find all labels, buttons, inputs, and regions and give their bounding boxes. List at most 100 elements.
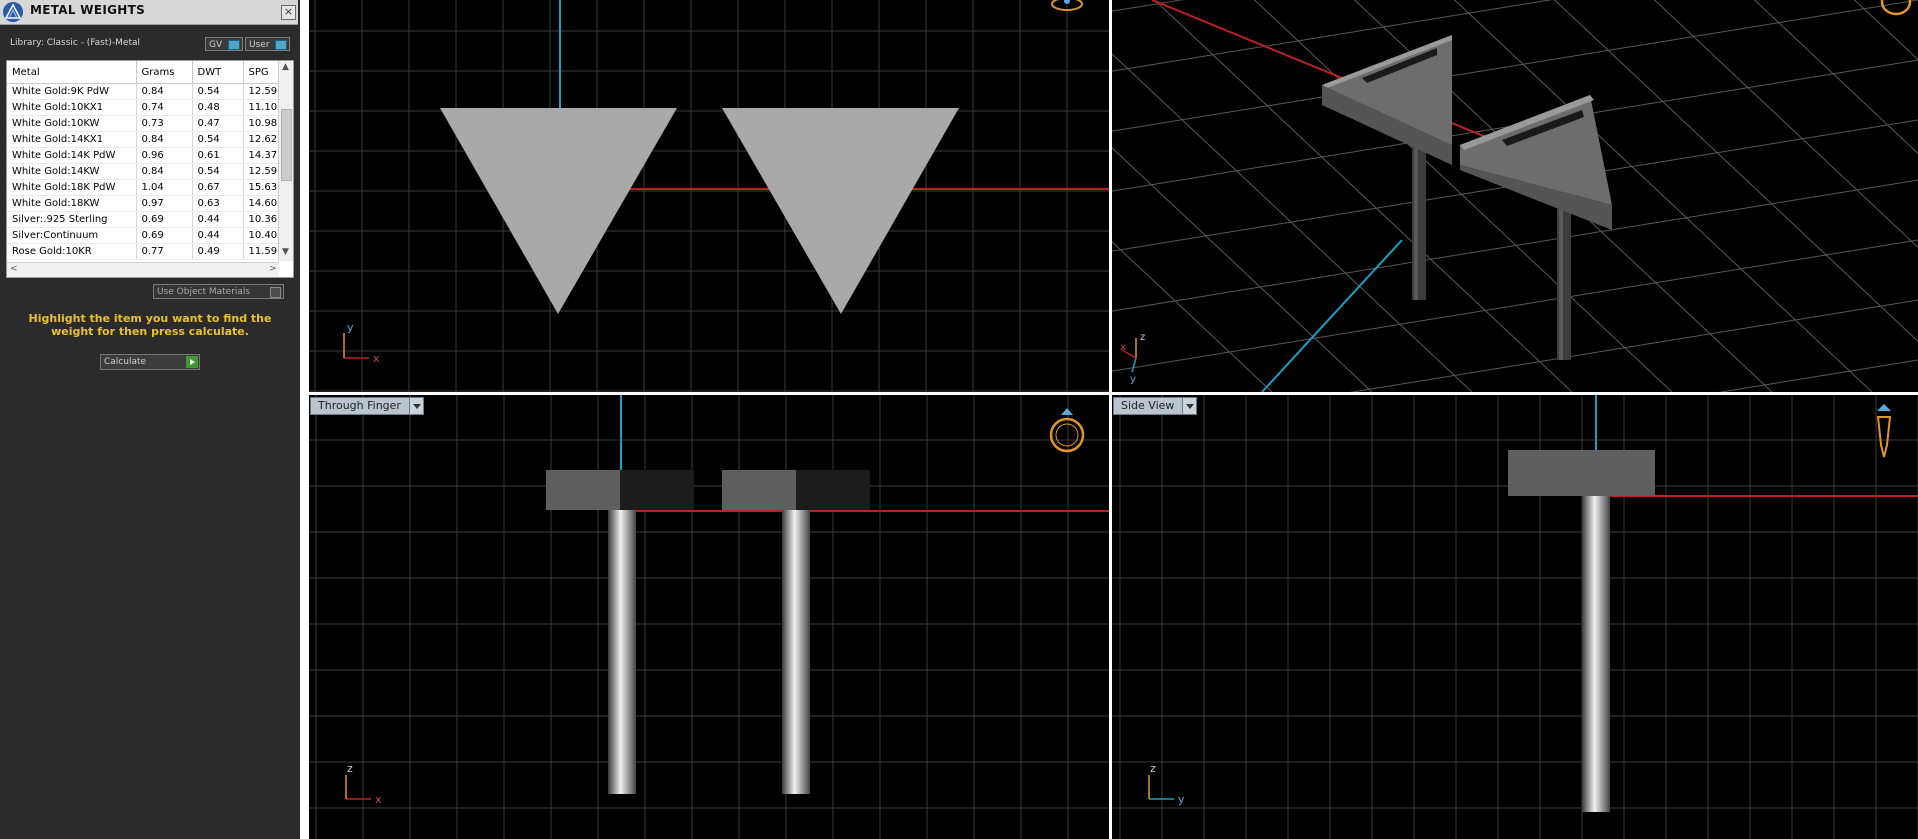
user-toggle[interactable]: User	[245, 37, 290, 51]
cell-spg: 10.98	[243, 115, 284, 132]
cell-dwt: 0.48	[192, 99, 244, 116]
cell-dwt: 0.47	[192, 115, 244, 132]
cell-metal: White Gold:14KW	[7, 163, 137, 180]
front-viewport-canvas: z x	[309, 395, 1109, 839]
cell-dwt: 0.49	[192, 243, 244, 260]
table-row[interactable]: White Gold:14K PdW 0.96 0.61 14.37	[7, 147, 284, 164]
metal-weights-panel: METAL WEIGHTS × Library: Classic - (Fast…	[0, 0, 300, 839]
library-label: Library: Classic - (Fast)-Metal	[10, 38, 141, 48]
triangle-earring-left[interactable]	[440, 108, 677, 314]
calculate-label: Calculate	[104, 357, 147, 367]
cell-dwt: 0.54	[192, 83, 244, 100]
gv-toggle[interactable]: GV	[205, 37, 243, 51]
cell-metal: Rose Gold:10KR	[7, 243, 137, 260]
cell-spg: 14.60	[243, 195, 284, 212]
front-viewport[interactable]: z x Through Finger	[309, 395, 1109, 839]
axis-label-y: y	[347, 321, 354, 334]
axis-label-x: x	[375, 793, 382, 806]
table-row[interactable]: White Gold:18KW 0.97 0.63 14.60	[7, 195, 284, 212]
cell-grams: 0.84	[136, 131, 193, 148]
cell-spg: 10.40	[243, 227, 284, 244]
cell-metal: Silver:.925 Sterling	[7, 211, 137, 228]
axis-label-z: z	[347, 762, 353, 775]
metal-table-container[interactable]: Metal Grams DWT SPG White Gold:9K PdW 0.8…	[6, 60, 294, 278]
cell-dwt: 0.67	[192, 179, 244, 196]
cell-grams: 0.74	[136, 99, 193, 116]
axis-label-z: z	[1150, 762, 1156, 775]
cell-spg: 15.63	[243, 179, 284, 196]
cell-spg: 14.37	[243, 147, 284, 164]
view-selector-dropdown[interactable]: Side View	[1113, 397, 1198, 415]
view-selector-label: Side View	[1121, 399, 1175, 412]
scroll-up-icon[interactable]: ▲	[282, 62, 289, 72]
table-row[interactable]: White Gold:9K PdW 0.84 0.54 12.59	[7, 83, 284, 100]
calculate-button[interactable]: Calculate	[100, 354, 200, 370]
grid	[309, 395, 1109, 839]
triangle-earring-right[interactable]	[722, 108, 959, 314]
top-viewport-canvas: y x	[309, 0, 1109, 392]
cell-metal: White Gold:14K PdW	[7, 147, 137, 164]
table-row[interactable]: White Gold:18K PdW 1.04 0.67 15.63	[7, 179, 284, 196]
user-toggle-label: User	[249, 40, 270, 50]
chevron-down-icon[interactable]	[408, 398, 423, 414]
cell-grams: 0.96	[136, 147, 193, 164]
cell-metal: Silver:Continuum	[7, 227, 137, 244]
earring-front-left[interactable]	[546, 470, 694, 794]
metal-table: Metal Grams DWT SPG White Gold:9K PdW 0.8…	[7, 61, 284, 260]
table-row[interactable]: Rose Gold:10KR 0.77 0.49 11.59	[7, 243, 284, 260]
column-header-metal[interactable]: Metal	[7, 61, 137, 84]
cell-grams: 0.73	[136, 115, 193, 132]
cell-dwt: 0.44	[192, 227, 244, 244]
cell-dwt: 0.63	[192, 195, 244, 212]
table-row[interactable]: White Gold:10KX1 0.74 0.48 11.10	[7, 99, 284, 116]
cell-grams: 0.69	[136, 227, 193, 244]
table-row[interactable]: White Gold:14KW 0.84 0.54 12.59	[7, 163, 284, 180]
scroll-down-icon[interactable]: ▼	[282, 247, 289, 257]
cell-spg: 11.10	[243, 99, 284, 116]
vertical-scrollbar[interactable]: ▲ ▼	[278, 61, 293, 261]
cell-spg: 11.59	[243, 243, 284, 260]
axis-label-x: x	[1120, 342, 1126, 353]
cell-spg: 10.36	[243, 211, 284, 228]
use-object-materials-label: Use Object Materials	[157, 287, 251, 297]
axis-label-x: x	[373, 352, 380, 365]
axis-label-y: y	[1178, 793, 1185, 806]
grid	[309, 0, 1109, 392]
table-row[interactable]: White Gold:10KW 0.73 0.47 10.98	[7, 115, 284, 132]
scrollbar-thumb[interactable]	[281, 109, 292, 181]
scroll-left-icon[interactable]: <	[10, 264, 18, 274]
top-viewport[interactable]: y x	[309, 0, 1109, 392]
panel-title: METAL WEIGHTS	[30, 3, 146, 17]
perspective-viewport[interactable]: z x y	[1112, 0, 1918, 392]
ring-side-icon[interactable]	[1876, 404, 1892, 458]
column-header-spg[interactable]: SPG	[243, 61, 284, 84]
table-row[interactable]: White Gold:14KX1 0.84 0.54 12.62	[7, 131, 284, 148]
cell-grams: 0.84	[136, 83, 193, 100]
ring-front-icon[interactable]	[1049, 408, 1085, 453]
horizontal-scrollbar[interactable]: < >	[7, 262, 279, 277]
table-row[interactable]: Silver:Continuum 0.69 0.44 10.40	[7, 227, 284, 244]
close-button[interactable]: ×	[281, 5, 296, 20]
cell-dwt: 0.54	[192, 131, 244, 148]
cell-metal: White Gold:9K PdW	[7, 83, 137, 100]
cell-metal: White Gold:10KW	[7, 115, 137, 132]
table-row[interactable]: Silver:.925 Sterling 0.69 0.44 10.36	[7, 211, 284, 228]
side-viewport[interactable]: z y Side View	[1112, 395, 1918, 839]
cell-grams: 0.84	[136, 163, 193, 180]
earring-front-right[interactable]	[722, 470, 870, 794]
column-header-grams[interactable]: Grams	[136, 61, 193, 84]
perspective-grid	[1112, 0, 1918, 392]
cell-metal: White Gold:14KX1	[7, 131, 137, 148]
view-selector-dropdown[interactable]: Through Finger	[310, 397, 424, 415]
panel-title-bar[interactable]: METAL WEIGHTS ×	[0, 0, 298, 25]
column-header-dwt[interactable]: DWT	[192, 61, 244, 84]
instruction-text: Highlight the item you want to find the …	[28, 312, 272, 338]
scroll-right-icon[interactable]: >	[269, 264, 277, 274]
cell-spg: 12.62	[243, 131, 284, 148]
cell-grams: 0.97	[136, 195, 193, 212]
chevron-down-icon[interactable]	[1182, 398, 1197, 414]
play-arrow-icon	[186, 356, 198, 368]
cell-metal: White Gold:10KX1	[7, 99, 137, 116]
use-object-materials-checkbox[interactable]: Use Object Materials	[153, 284, 284, 299]
perspective-viewport-canvas: z x y	[1112, 0, 1918, 392]
